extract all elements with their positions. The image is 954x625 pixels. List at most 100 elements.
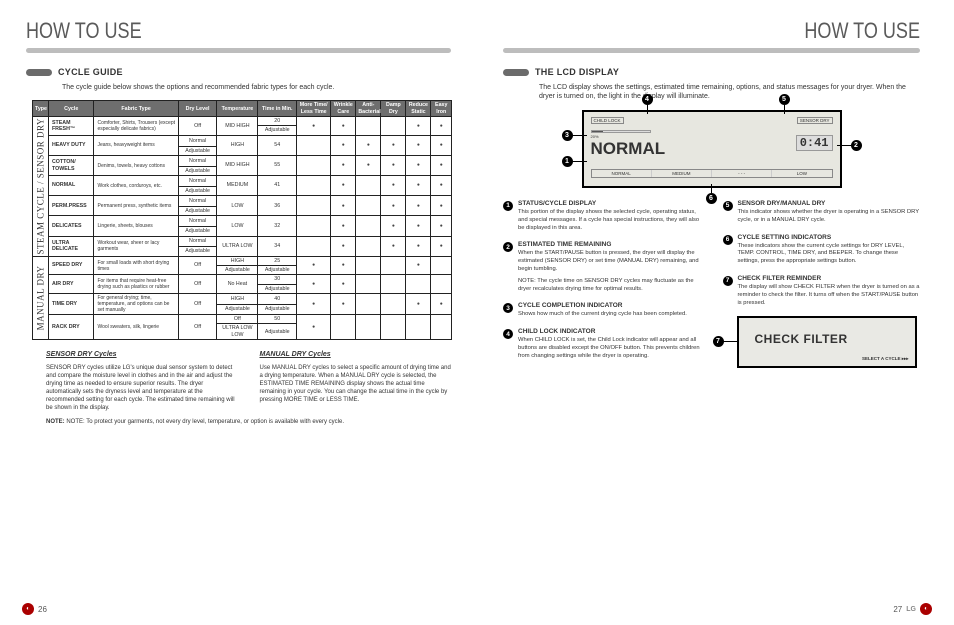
h5: CHECK FILTER REMINDER	[738, 275, 921, 282]
td	[381, 275, 406, 294]
lg-logo-icon: ◐	[22, 603, 34, 615]
td: LOW	[217, 196, 258, 216]
dot-icon	[381, 176, 406, 196]
th: Reduce Static	[406, 101, 431, 117]
td: TIME DRY	[48, 294, 94, 315]
td: PERM.PRESS	[48, 196, 94, 216]
td: Off	[217, 315, 258, 324]
h5: STATUS/CYCLE DISPLAY	[518, 200, 701, 207]
td	[297, 176, 331, 196]
dot-icon	[297, 275, 331, 294]
leader-line	[711, 184, 712, 193]
cycle-guide-sub: The cycle guide below shows the options …	[62, 83, 451, 92]
td: HIGH	[217, 294, 258, 305]
callout-4: 4	[642, 94, 653, 105]
th: Easy Iron	[431, 101, 452, 117]
td: 34	[258, 236, 297, 256]
leader-line	[647, 105, 648, 114]
td	[356, 216, 381, 236]
cycle-table: Type Cycle Fabric Type Dry Level Tempera…	[32, 100, 452, 340]
h5: ESTIMATED TIME REMAINING	[518, 241, 701, 248]
td	[297, 155, 331, 175]
p: Shows how much of the current drying cyc…	[518, 311, 687, 319]
table-row: AIR DRY For items that require heat-free…	[33, 275, 452, 284]
dot-icon	[431, 117, 452, 136]
td: STEAM FRESH™	[48, 117, 94, 136]
td: Adjustable	[178, 247, 217, 256]
td: Adjustable	[258, 126, 297, 135]
rule	[26, 48, 451, 53]
td: Lingerie, sheets, blouses	[94, 216, 178, 236]
td: Adjustable	[258, 304, 297, 315]
td: 55	[258, 155, 297, 175]
td: 54	[258, 135, 297, 155]
td	[381, 315, 406, 340]
td	[406, 315, 431, 340]
dot-icon	[431, 155, 452, 175]
td: 30	[258, 275, 297, 284]
pagenum: 26	[38, 605, 47, 614]
lcd-childlock: CHILD LOCK	[591, 117, 624, 124]
dot-icon	[431, 196, 452, 216]
dot-icon	[431, 294, 452, 315]
dot-icon	[356, 155, 381, 175]
p: These indicators show the current cycle …	[738, 243, 921, 266]
td: For small loads with short drying times	[94, 256, 178, 275]
td: For items that require heat-free drying …	[94, 275, 178, 294]
dot-icon	[381, 155, 406, 175]
lcd-title: THE LCD DISPLAY	[535, 67, 619, 77]
pagenum: 27	[893, 605, 902, 614]
p: Use MANUAL DRY cycles to select a specif…	[260, 364, 452, 404]
td: No Heat	[217, 275, 258, 294]
p: SENSOR DRY cycles utilize LG's unique du…	[46, 364, 238, 413]
td: HIGH	[217, 256, 258, 265]
dot-icon	[406, 176, 431, 196]
td: Work clothes, corduroys, etc.	[94, 176, 178, 196]
td: 32	[258, 216, 297, 236]
th: Cycle	[48, 101, 94, 117]
lcd-time: 0:41	[796, 135, 833, 151]
td	[297, 196, 331, 216]
table-row: COTTON/ TOWELS Denims, towels, heavy cot…	[33, 155, 452, 166]
table-row: DELICATES Lingerie, sheets, blouses Norm…	[33, 216, 452, 227]
table-row: HEAVY DUTY Jeans, heavyweight items Norm…	[33, 135, 452, 146]
leader-line	[573, 135, 587, 136]
table-row: MANUAL DRY SPEED DRY For small loads wit…	[33, 256, 452, 265]
p-note: NOTE: The cycle time on SENSOR DRY cycle…	[518, 278, 701, 294]
td: ULTRA DELICATE	[48, 236, 94, 256]
explain-item: 6CYCLE SETTING INDICATORSThese indicator…	[723, 234, 921, 266]
td	[431, 315, 452, 340]
td	[356, 196, 381, 216]
p: When CHILD LOCK is set, the Child Lock i…	[518, 337, 701, 360]
lcd-bottom-row: NORMAL MEDIUM - - - LOW	[591, 169, 833, 178]
dot-icon	[356, 135, 381, 155]
td: Adjustable	[178, 207, 217, 216]
note: NOTE: NOTE: To protect your garments, no…	[46, 418, 431, 426]
masthead-left: HOW TO USE	[26, 18, 375, 44]
section-header: CYCLE GUIDE	[26, 67, 451, 77]
explain-item: 3CYCLE COMPLETION INDICATORShows how muc…	[503, 302, 701, 319]
table-row: STEAM CYCLE / SENSOR DRY STEAM FRESH™ Co…	[33, 117, 452, 126]
p: The display will show CHECK FILTER when …	[738, 284, 921, 307]
dot-icon	[331, 176, 356, 196]
h5: CHILD LOCK INDICATOR	[518, 328, 701, 335]
table-row: NORMAL Work clothes, corduroys, etc. Nor…	[33, 176, 452, 187]
td: Normal	[178, 236, 217, 247]
table-row: TIME DRY For general drying; time, tempe…	[33, 294, 452, 305]
table-row: PERM.PRESS Permanent press, synthetic it…	[33, 196, 452, 207]
td: Off	[178, 117, 217, 136]
callout-3: 3	[562, 130, 573, 141]
td: ULTRA LOW	[217, 236, 258, 256]
page-26: HOW TO USE CYCLE GUIDE The cycle guide b…	[0, 0, 477, 625]
td	[431, 275, 452, 294]
dot-icon	[406, 216, 431, 236]
num-badge: 3	[503, 303, 513, 313]
rule	[503, 48, 920, 53]
dot-icon	[297, 117, 331, 136]
td	[356, 256, 381, 275]
td: 20	[258, 117, 297, 126]
section-header: THE LCD DISPLAY	[503, 67, 920, 77]
cat-steam: STEAM CYCLE / SENSOR DRY	[33, 117, 49, 257]
th: Fabric Type	[94, 101, 178, 117]
dot-icon	[406, 196, 431, 216]
